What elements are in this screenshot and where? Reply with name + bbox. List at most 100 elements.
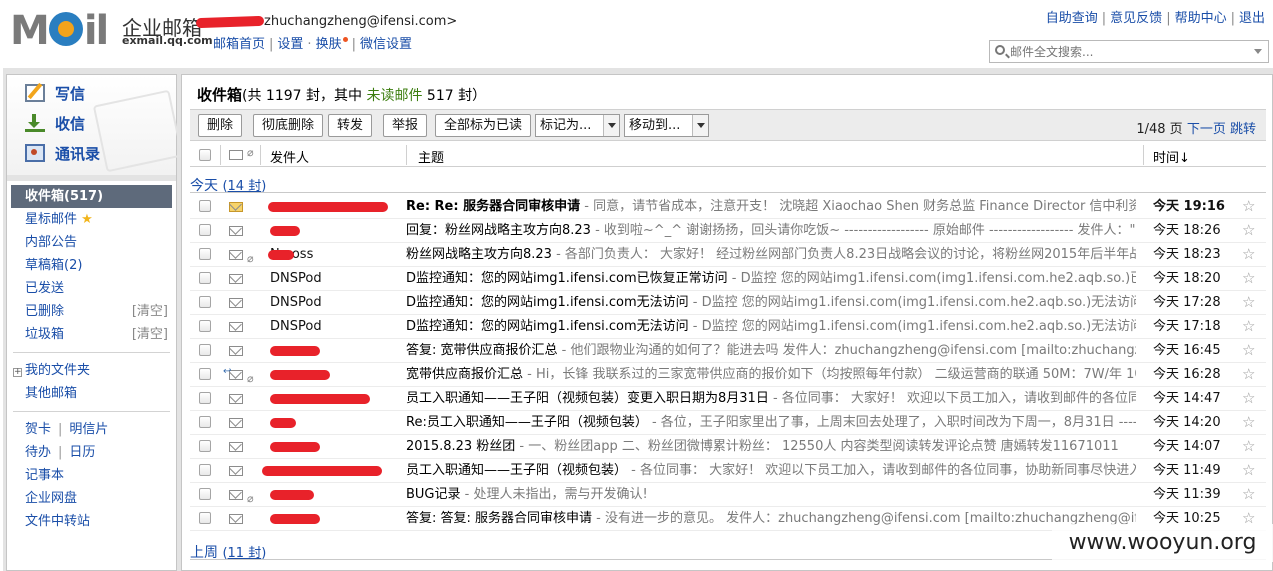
mail-subject[interactable]: 回复：粉丝网战略主攻方向8.23 - 收到啦~^_^ 谢谢扬扬，回头请你吃饭~ … xyxy=(406,219,1136,242)
mail-row[interactable]: 2015.8.23 粉丝团 - 一、粉丝团app 二、粉丝团微博累计粉丝： 12… xyxy=(190,435,1266,459)
compose-button[interactable]: 写信 xyxy=(25,81,85,105)
delete-button[interactable]: 删除 xyxy=(198,114,243,137)
folder-sent[interactable]: 已发送 xyxy=(7,277,176,300)
logout-link[interactable]: 退出 xyxy=(1239,11,1265,26)
select-all-checkbox[interactable] xyxy=(199,149,211,161)
chevron-down-icon[interactable] xyxy=(692,115,708,136)
attachment-header-icon[interactable]: ⌀ xyxy=(247,146,254,159)
calendar-link[interactable]: 日历 xyxy=(69,445,95,460)
help-link[interactable]: 帮助中心 xyxy=(1175,11,1227,26)
folder-announcements[interactable]: 内部公告 xyxy=(7,231,176,254)
mail-row[interactable]: DNSPod D监控通知：您的网站img1.ifensi.com无法访问 - D监… xyxy=(190,291,1266,315)
settings-link[interactable]: 设置 xyxy=(277,37,303,52)
mail-row[interactable]: 员工入职通知——王子阳（视频包装）变更入职日期为8月31日 - 各位同事： 大家… xyxy=(190,387,1266,411)
clear-spam-link[interactable]: [清空] xyxy=(132,323,168,346)
mail-row[interactable]: DNSPod D监控通知：您的网站img1.ifensi.com已恢复正常访问 -… xyxy=(190,267,1266,291)
star-outline-icon[interactable]: ☆ xyxy=(1242,315,1255,338)
row-checkbox[interactable] xyxy=(199,488,211,500)
row-checkbox[interactable] xyxy=(199,320,211,332)
mail-row[interactable]: ⌀ BUG记录 - 处理人未指出，需与开发确认! 今天 11:39 ☆ xyxy=(190,483,1266,507)
star-outline-icon[interactable]: ☆ xyxy=(1242,219,1255,242)
star-outline-icon[interactable]: ☆ xyxy=(1242,243,1255,266)
mail-subject[interactable]: D监控通知：您的网站img1.ifensi.com已恢复正常访问 - D监控 您… xyxy=(406,267,1136,290)
star-outline-icon[interactable]: ☆ xyxy=(1242,411,1255,434)
mail-subject[interactable]: BUG记录 - 处理人未指出，需与开发确认! xyxy=(406,483,1136,506)
row-checkbox[interactable] xyxy=(199,248,211,260)
mail-row[interactable]: ⌀Ne oss粉丝网战略主攻方向8.23 - 各部门负责人： 大家好！ 经过粉丝… xyxy=(190,243,1266,267)
mail-subject[interactable]: 员工入职通知——王子阳（视频包装） - 各位同事： 大家好！ 欢迎以下员工加入，… xyxy=(406,459,1136,482)
mail-row[interactable]: Re:员工入职通知——王子阳（视频包装） - 各位，王子阳家里出了事，上周末回去… xyxy=(190,411,1266,435)
star-outline-icon[interactable]: ☆ xyxy=(1242,459,1255,482)
folder-deleted[interactable]: 已删除 [清空] xyxy=(7,300,176,323)
mail-subject[interactable]: 粉丝网战略主攻方向8.23 - 各部门负责人： 大家好！ 经过粉丝网部门负责人8… xyxy=(406,243,1136,266)
card-link[interactable]: 贺卡 xyxy=(25,422,51,437)
row-checkbox[interactable] xyxy=(199,440,211,452)
mail-subject[interactable]: Re:员工入职通知——王子阳（视频包装） - 各位，王子阳家里出了事，上周末回去… xyxy=(406,411,1136,434)
todo-link[interactable]: 待办 xyxy=(25,445,51,460)
row-checkbox[interactable] xyxy=(199,224,211,236)
mail-row[interactable]: Re: Re: 服务器合同审核申请 - 同意，请节省成本，注意开支！ 沈晓超 X… xyxy=(190,195,1266,219)
receive-button[interactable]: 收信 xyxy=(25,111,85,135)
contacts-button[interactable]: 通讯录 xyxy=(25,141,100,165)
time-column-header[interactable]: 时间↓ xyxy=(1153,147,1190,166)
mail-subject[interactable]: 员工入职通知——王子阳（视频包装）变更入职日期为8月31日 - 各位同事： 大家… xyxy=(406,387,1136,410)
notes-link[interactable]: 记事本 xyxy=(7,464,176,487)
forward-button[interactable]: 转发 xyxy=(328,114,373,137)
postcard-link[interactable]: 明信片 xyxy=(69,422,108,437)
skin-link[interactable]: 换肤 xyxy=(316,37,342,52)
mail-row[interactable]: ⌀宽带供应商报价汇总 - Hi，长锋 我联系过的三家宽带供应商的报价如下（均按照… xyxy=(190,363,1266,387)
exmail-logo[interactable]: Mil xyxy=(10,10,116,51)
star-outline-icon[interactable]: ☆ xyxy=(1242,435,1255,458)
star-outline-icon[interactable]: ☆ xyxy=(1242,363,1255,386)
report-button[interactable]: 举报 xyxy=(383,114,428,137)
expand-icon[interactable]: + xyxy=(13,368,22,377)
row-checkbox[interactable] xyxy=(199,392,211,404)
row-checkbox[interactable] xyxy=(199,200,211,212)
chevron-down-icon[interactable] xyxy=(1254,49,1262,54)
mailbox-home-link[interactable]: 邮箱首页 xyxy=(213,37,265,52)
file-transfer-link[interactable]: 文件中转站 xyxy=(7,510,176,533)
row-checkbox[interactable] xyxy=(199,344,211,356)
clear-deleted-link[interactable]: [清空] xyxy=(132,300,168,323)
folder-other-mailbox[interactable]: 其他邮箱 xyxy=(7,382,176,405)
row-checkbox[interactable] xyxy=(199,416,211,428)
star-outline-icon[interactable]: ☆ xyxy=(1242,267,1255,290)
delete-forever-button[interactable]: 彻底删除 xyxy=(253,114,324,137)
folder-starred[interactable]: 星标邮件 ★ xyxy=(7,208,176,231)
row-checkbox[interactable] xyxy=(199,464,211,476)
mail-subject[interactable]: 宽带供应商报价汇总 - Hi，长锋 我联系过的三家宽带供应商的报价如下（均按照每… xyxy=(406,363,1136,386)
mail-row[interactable]: DNSPod D监控通知：您的网站img1.ifensi.com无法访问 - D监… xyxy=(190,315,1266,339)
mark-as-select[interactable]: 标记为... xyxy=(535,114,620,137)
jump-link[interactable]: 跳转 xyxy=(1230,122,1256,137)
folder-inbox[interactable]: 收件箱(517) xyxy=(11,185,172,208)
mail-subject[interactable]: D监控通知：您的网站img1.ifensi.com无法访问 - D监控 您的网站… xyxy=(406,315,1136,338)
star-outline-icon[interactable]: ☆ xyxy=(1242,195,1255,218)
search-input[interactable] xyxy=(1010,42,1250,61)
wechat-settings-link[interactable]: 微信设置 xyxy=(360,37,412,52)
row-checkbox[interactable] xyxy=(199,512,211,524)
mail-row[interactable]: 员工入职通知——王子阳（视频包装） - 各位同事： 大家好！ 欢迎以下员工加入，… xyxy=(190,459,1266,483)
mail-sender[interactable]: DNSPod xyxy=(270,291,400,314)
row-checkbox[interactable] xyxy=(199,368,211,380)
mark-all-read-button[interactable]: 全部标为已读 xyxy=(435,114,532,137)
mail-subject[interactable]: 2015.8.23 粉丝团 - 一、粉丝团app 二、粉丝团微博累计粉丝： 12… xyxy=(406,435,1136,458)
star-outline-icon[interactable]: ☆ xyxy=(1242,339,1255,362)
row-checkbox[interactable] xyxy=(199,296,211,308)
mail-subject[interactable]: 答复: 答复: 服务器合同审核申请 - 没有进一步的意见。 发件人：zhucha… xyxy=(406,507,1136,530)
chevron-down-icon[interactable] xyxy=(603,115,619,136)
subject-column-header[interactable]: 主题 xyxy=(418,147,444,166)
folder-my-folders[interactable]: + 我的文件夹 xyxy=(7,359,176,382)
mail-subject[interactable]: 答复: 宽带供应商报价汇总 - 他们跟物业沟通的如何了？能进去吗 发件人：zhu… xyxy=(406,339,1136,362)
self-service-link[interactable]: 自助查询 xyxy=(1046,11,1098,26)
star-outline-icon[interactable]: ☆ xyxy=(1242,483,1255,506)
folder-drafts[interactable]: 草稿箱(2) xyxy=(7,254,176,277)
feedback-link[interactable]: 意见反馈 xyxy=(1110,11,1162,26)
next-page-link[interactable]: 下一页 xyxy=(1187,122,1226,137)
search-box[interactable] xyxy=(989,40,1269,63)
netdisk-link[interactable]: 企业网盘 xyxy=(7,487,176,510)
mail-subject[interactable]: Re: Re: 服务器合同审核申请 - 同意，请节省成本，注意开支！ 沈晓超 X… xyxy=(406,195,1136,218)
move-to-select[interactable]: 移动到... xyxy=(624,114,709,137)
mail-row[interactable]: 回复：粉丝网战略主攻方向8.23 - 收到啦~^_^ 谢谢扬扬，回头请你吃饭~ … xyxy=(190,219,1266,243)
folder-spam[interactable]: 垃圾箱 [清空] xyxy=(7,323,176,346)
sender-column-header[interactable]: 发件人 xyxy=(270,147,309,166)
